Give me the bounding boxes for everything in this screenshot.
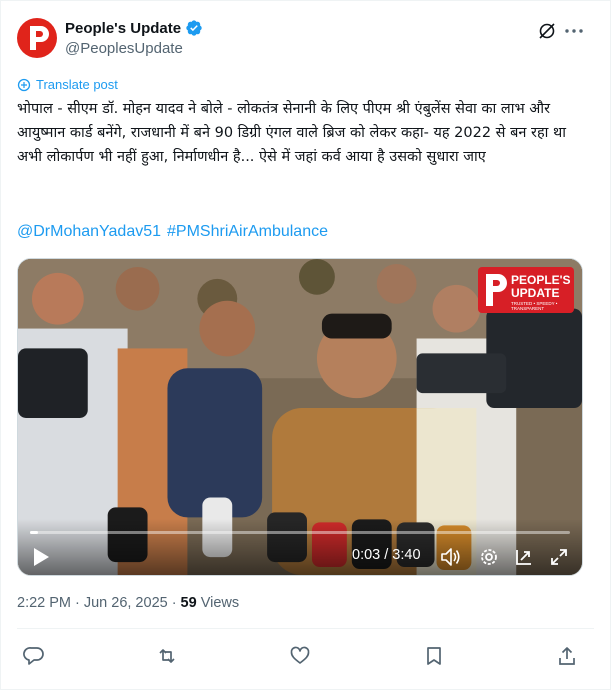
- settings-icon[interactable]: [478, 546, 500, 568]
- post-links: @DrMohanYadav51 #PMShriAirAmbulance: [17, 223, 328, 241]
- like-button[interactable]: [289, 645, 311, 667]
- post-date[interactable]: Jun 26, 2025: [84, 595, 168, 611]
- repost-button[interactable]: [156, 645, 178, 667]
- author-name-row: People's Update: [65, 19, 203, 37]
- verified-badge-icon: [186, 20, 202, 36]
- repost-icon: [159, 649, 175, 663]
- hashtag-link[interactable]: #PMShriAirAmbulance: [167, 223, 328, 241]
- video-time: 0:03 / 3:40: [352, 547, 421, 563]
- avatar[interactable]: [17, 18, 57, 58]
- divider: [17, 628, 594, 629]
- heart-icon: [290, 646, 310, 664]
- video-controls: 0:03 / 3:40: [18, 519, 582, 575]
- bookmark-button[interactable]: [423, 645, 445, 667]
- author-handle[interactable]: @PeoplesUpdate: [65, 40, 183, 57]
- author-display-name[interactable]: People's Update: [65, 20, 181, 37]
- post-time[interactable]: 2:22 PM: [17, 595, 71, 611]
- views-count: 59: [180, 595, 197, 611]
- video-progress-bar[interactable]: [30, 531, 570, 534]
- video-player[interactable]: PEOPLE'S UPDATE TRUSTED • SPEEDY • TRANS…: [17, 258, 583, 576]
- post-card: People's Update @PeoplesUpdate Translate…: [0, 0, 611, 690]
- meta-separator: ·: [75, 595, 80, 611]
- more-horizontal-icon[interactable]: [563, 21, 585, 41]
- reply-button[interactable]: [23, 645, 45, 667]
- bookmark-icon: [427, 647, 441, 665]
- video-progress-fill: [30, 531, 38, 534]
- grok-icon[interactable]: [537, 21, 557, 41]
- share-icon: [559, 647, 575, 665]
- fullscreen-icon[interactable]: [548, 546, 570, 568]
- volume-icon[interactable]: [440, 547, 462, 567]
- share-button[interactable]: [556, 645, 578, 667]
- play-icon[interactable]: [32, 547, 50, 567]
- translate-icon: [17, 78, 31, 91]
- post-meta: 2:22 PM · Jun 26, 2025 · 59 Views: [17, 595, 239, 611]
- meta-separator: ·: [171, 595, 177, 611]
- watermark-logo: PEOPLE'S UPDATE TRUSTED • SPEEDY • TRANS…: [478, 267, 574, 313]
- translate-post-link[interactable]: Translate post: [17, 77, 118, 92]
- watermark-tagline: TRUSTED • SPEEDY • TRANSPARENT: [511, 301, 558, 311]
- watermark-text: PEOPLE'S UPDATE: [511, 273, 571, 300]
- translate-label[interactable]: Translate post: [36, 77, 118, 92]
- views-label: Views: [200, 595, 240, 611]
- brand-logo-icon: [486, 274, 507, 306]
- brand-logo-icon: [30, 26, 49, 50]
- reply-icon: [23, 647, 44, 665]
- mention-link[interactable]: @DrMohanYadav51: [17, 223, 161, 241]
- picture-in-picture-icon[interactable]: [513, 546, 535, 568]
- post-text: भोपाल - सीएम डॉ. मोहन यादव ने बोले - लोक…: [17, 101, 571, 165]
